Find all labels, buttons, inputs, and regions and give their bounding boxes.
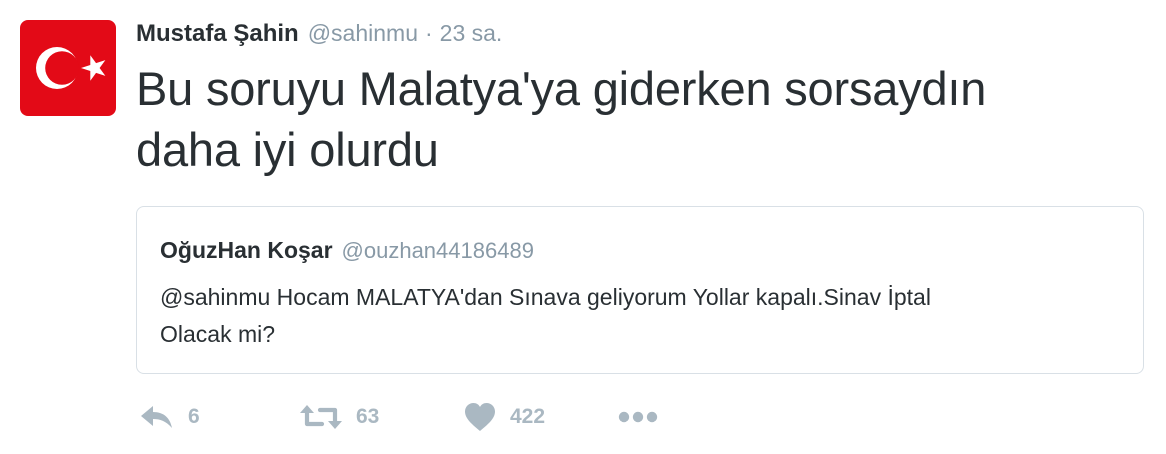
author-fullname[interactable]: Mustafa Şahin [136, 20, 299, 48]
avatar[interactable] [20, 20, 116, 116]
quoted-tweet-header: OğuzHan Koşar @ouzhan44186489 [160, 237, 534, 264]
quoted-text-line: @sahinmu Hocam MALATYA'dan Sınava geliyo… [160, 284, 931, 310]
retweet-icon [300, 405, 342, 429]
tweet-text-line: Bu soruyu Malatya'ya giderken sorsaydın [136, 62, 987, 115]
quoted-text-line: Olacak mi? [160, 321, 276, 347]
turkish-flag-icon [20, 20, 116, 116]
tweet-text-line: daha iyi olurdu [136, 123, 439, 176]
reply-icon [141, 406, 172, 428]
quoted-author-fullname: OğuzHan Koşar [160, 237, 333, 263]
reply-count: 6 [188, 405, 200, 428]
quoted-tweet[interactable]: OğuzHan Koşar @ouzhan44186489 @sahinmu H… [136, 206, 1144, 374]
heart-icon [465, 403, 495, 431]
retweet-count: 63 [356, 405, 380, 428]
tweet-text: Bu soruyu Malatya'ya giderken sorsaydın … [136, 58, 1136, 180]
like-button[interactable]: 422 [464, 400, 545, 434]
quoted-tweet-text: @sahinmu Hocam MALATYA'dan Sınava geliyo… [160, 279, 1120, 353]
tweet-header: Mustafa Şahin @sahinmu · 23 sa. [136, 20, 502, 52]
tweet: Mustafa Şahin @sahinmu · 23 sa. Bu soruy… [0, 0, 1166, 454]
more-button[interactable] [618, 400, 658, 434]
tweet-timestamp[interactable]: 23 sa. [440, 20, 503, 47]
tweet-actions: 6 63 422 [140, 400, 740, 434]
reply-button[interactable]: 6 [140, 400, 200, 434]
quoted-author-username: @ouzhan44186489 [341, 238, 534, 263]
like-count: 422 [510, 405, 546, 428]
more-icon [618, 411, 658, 423]
separator-dot: · [425, 20, 433, 46]
author-username[interactable]: @sahinmu [308, 20, 418, 47]
retweet-button[interactable]: 63 [300, 400, 379, 434]
